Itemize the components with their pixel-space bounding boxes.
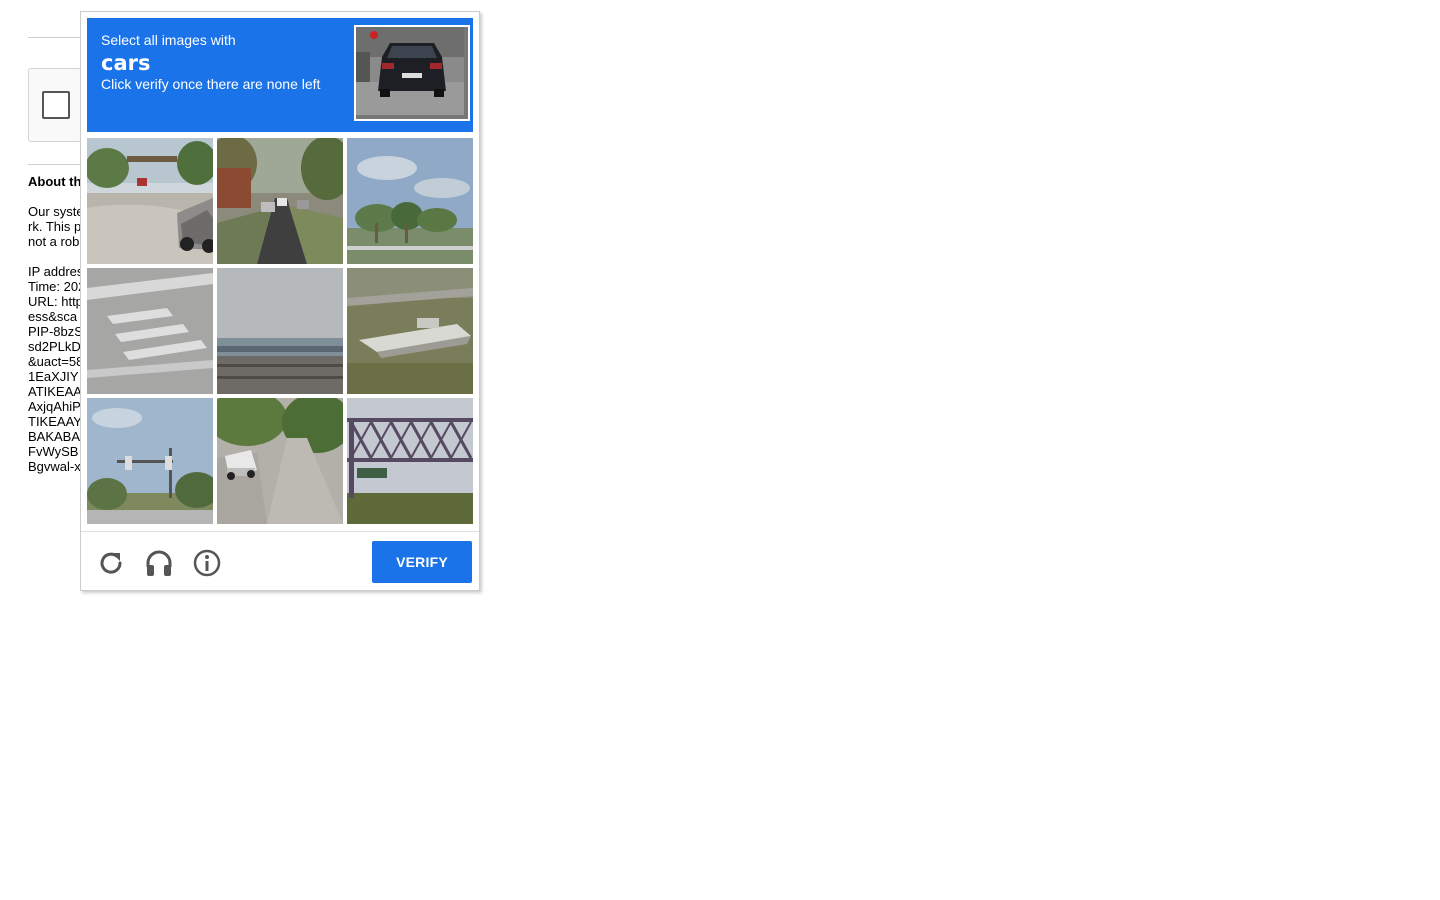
image-tile[interactable]: [87, 398, 213, 524]
about-line: rk. This p: [28, 219, 82, 234]
instruction-suffix: Click verify once there are none left: [101, 76, 321, 92]
page: About th Our syste rk. This p not a rob …: [0, 0, 1440, 900]
details-line: sd2PLkD: [28, 339, 81, 354]
details-line: ess&sca: [28, 309, 78, 324]
details-line: FvWySB: [28, 444, 79, 459]
details-line: Bgvwal-x: [28, 459, 81, 474]
verify-button[interactable]: VERIFY: [372, 541, 472, 583]
image-tile[interactable]: [217, 398, 343, 524]
about-section: About th Our syste rk. This p not a rob …: [28, 174, 88, 489]
details-line: PIP-8bzS: [28, 324, 83, 339]
details-line: IP addres: [28, 264, 84, 279]
image-tile[interactable]: [217, 268, 343, 394]
details-line: TIKEAAY: [28, 414, 82, 429]
recaptcha-anchor: [28, 68, 88, 142]
details-line: Time: 202: [28, 279, 86, 294]
about-line: not a rob: [28, 234, 80, 249]
image-grid: [87, 138, 473, 524]
image-tile[interactable]: [87, 268, 213, 394]
request-details: IP addres Time: 202 URL: http ess&sca PI…: [28, 264, 88, 474]
sample-image-car: [354, 25, 470, 121]
image-tile[interactable]: [347, 398, 473, 524]
divider: [28, 37, 88, 38]
image-tile[interactable]: [347, 138, 473, 264]
details-line: BAKABA: [28, 429, 81, 444]
challenge-prompt: Select all images with cars Click verify…: [87, 18, 473, 132]
image-tile[interactable]: [87, 138, 213, 264]
details-line: AxjqAhiP: [28, 399, 81, 414]
divider: [28, 164, 88, 165]
target-object: cars: [101, 51, 151, 75]
details-line: ATIKEAA: [28, 384, 82, 399]
reload-icon[interactable]: [95, 547, 127, 579]
details-line: &uact=58: [28, 354, 84, 369]
details-line: 1EaXJIY: [28, 369, 79, 384]
about-text: Our syste rk. This p not a rob: [28, 204, 88, 249]
headphones-icon[interactable]: [143, 547, 175, 579]
image-tile[interactable]: [217, 138, 343, 264]
robot-checkbox[interactable]: [42, 91, 70, 119]
divider: [81, 531, 479, 532]
info-icon[interactable]: [191, 547, 223, 579]
about-heading: About th: [28, 174, 82, 189]
details-line: URL: http: [28, 294, 83, 309]
image-tile[interactable]: [347, 268, 473, 394]
captcha-challenge: Select all images with cars Click verify…: [80, 11, 480, 591]
about-line: Our syste: [28, 204, 84, 219]
instruction-prefix: Select all images with: [101, 32, 236, 48]
